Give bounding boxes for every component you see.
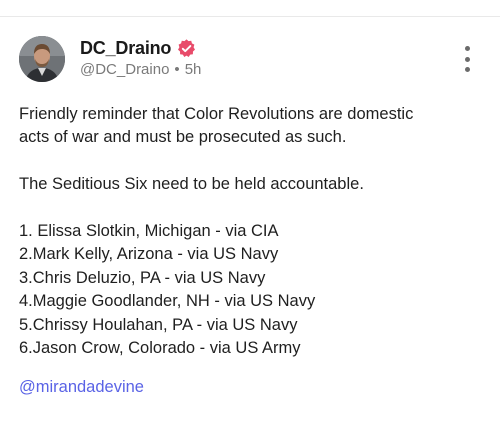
top-divider [0,16,500,17]
meta-separator: • [174,61,180,78]
author-name-row: DC_Draino [80,37,197,59]
verified-badge-icon [178,38,196,57]
list-item: 6.Jason Crow, Colorado - via US Army [19,339,301,358]
post-text-line: The Seditious Six need to be held accoun… [19,175,364,194]
mention-link[interactable]: @mirandadevine [19,378,144,397]
list-item: 2.Mark Kelly, Arizona - via US Navy [19,245,279,264]
avatar-photo [19,36,65,82]
post-timestamp[interactable]: 5h [185,61,202,78]
author-handle[interactable]: @DC_Draino [80,61,169,78]
more-dot [464,56,470,62]
post-text-line: Friendly reminder that Color Revolutions… [19,105,414,123]
post-meta: @DC_Draino • 5h [80,61,201,78]
post-body: Friendly reminder that Color Revolutions… [19,103,484,360]
list-item: 3.Chris Deluzio, PA - via US Navy [19,268,266,287]
list-item: 1. Elissa Slotkin, Michigan - via CIA [19,222,279,240]
more-dot [464,67,470,72]
list-item: 5.Chrissy Houlahan, PA - via US Navy [19,315,298,334]
author-avatar[interactable] [19,36,65,82]
post-text-line: acts of war and must be prosecuted as su… [19,128,347,147]
list-item: 4.Maggie Goodlander, NH - via US Navy [19,292,316,311]
more-options-icon[interactable] [460,46,474,72]
more-dot [464,46,470,51]
author-display-name[interactable]: DC_Draino [80,38,171,59]
